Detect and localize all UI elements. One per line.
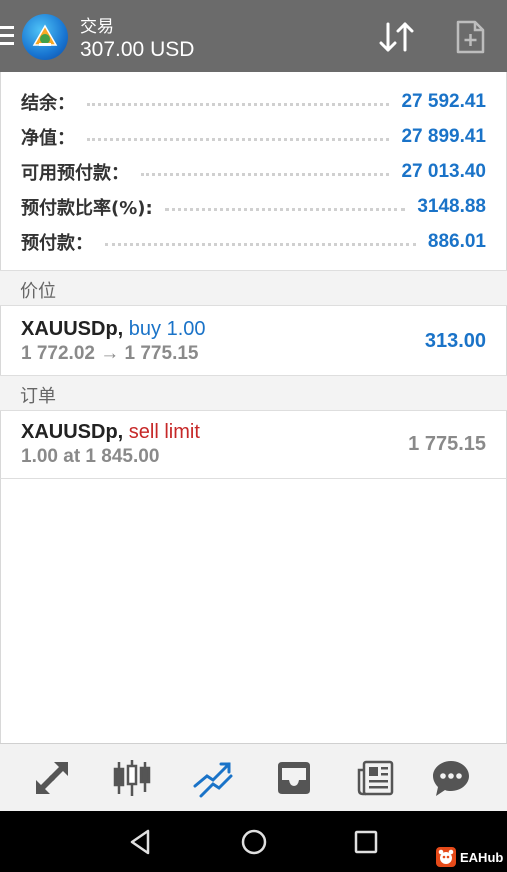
chat-icon[interactable] [429,756,473,800]
account-summary: 结余： 27 592.41 净值： 27 899.41 可用预付款： 27 01… [0,72,507,270]
metatrader-logo-icon [22,14,68,60]
order-row[interactable]: XAUUSDp, sell limit 1.00 at 1 845.00 1 7… [0,411,507,479]
section-title: 订单 [20,386,56,407]
quotes-icon[interactable] [30,756,74,800]
history-icon[interactable] [272,756,316,800]
summary-row-margin-level: 预付款比率(%): 3148.88 [21,191,486,223]
position-prices: 1 772.02 → 1 775.15 [21,343,199,364]
system-nav-bar [0,811,507,872]
summary-value: 27 899.41 [401,126,486,147]
summary-label: 可用预付款： [21,163,129,184]
dotted-leader [87,102,390,106]
summary-row-free-margin: 可用预付款： 27 013.40 [21,156,486,188]
dotted-leader [141,172,390,176]
order-current-price: 1 775.15 [408,433,486,455]
empty-list-area [0,478,507,744]
section-title: 价位 [20,281,56,302]
summary-row-equity: 净值： 27 899.41 [21,121,486,153]
watermark-text: EAHub [460,849,504,865]
order-type: sell limit [128,421,200,443]
dotted-leader [105,242,416,246]
recents-icon[interactable] [351,827,381,857]
dotted-leader [164,207,406,211]
sort-icon[interactable] [376,18,418,56]
new-order-icon[interactable] [452,18,488,56]
summary-value: 3148.88 [417,196,486,217]
position-row[interactable]: XAUUSDp, buy 1.00 1 772.02 → 1 775.15 31… [0,306,507,376]
positions-section-header: 价位 [0,270,507,306]
summary-label: 预付款： [21,233,93,254]
position-symbol-line: XAUUSDp, buy 1.00 [21,318,206,341]
summary-value: 27 592.41 [401,91,486,112]
order-symbol-line: XAUUSDp, sell limit [21,421,200,444]
back-icon[interactable] [126,827,156,857]
eahub-logo-icon [436,847,456,867]
summary-row-margin: 预付款： 886.01 [21,226,486,258]
summary-row-balance: 结余： 27 592.41 [21,86,486,118]
news-icon[interactable] [354,756,398,800]
position-side: buy 1.00 [128,318,206,340]
order-symbol: XAUUSDp, [21,421,124,443]
page-title: 交易 [80,17,114,36]
position-profit: 313.00 [424,330,486,352]
summary-value: 27 013.40 [401,161,486,182]
menu-icon[interactable] [0,26,14,48]
summary-label: 预付款比率(%): [21,198,153,219]
bottom-tab-bar [0,743,507,811]
trade-icon[interactable] [191,756,235,800]
orders-section-header: 订单 [0,375,507,411]
chart-icon[interactable] [110,756,154,800]
position-symbol: XAUUSDp, [21,318,124,340]
header-balance: 307.00 USD [80,38,195,61]
app-header: 交易 307.00 USD [0,0,507,72]
eahub-watermark: EAHub [436,846,503,868]
summary-label: 净值： [21,128,75,149]
dotted-leader [87,137,390,141]
home-icon[interactable] [239,827,269,857]
trade-screen: 交易 307.00 USD 结余： 27 592.41 净值： 27 899.4… [0,0,507,872]
summary-value: 886.01 [427,231,486,252]
summary-label: 结余： [21,93,75,114]
order-details: 1.00 at 1 845.00 [21,446,160,467]
